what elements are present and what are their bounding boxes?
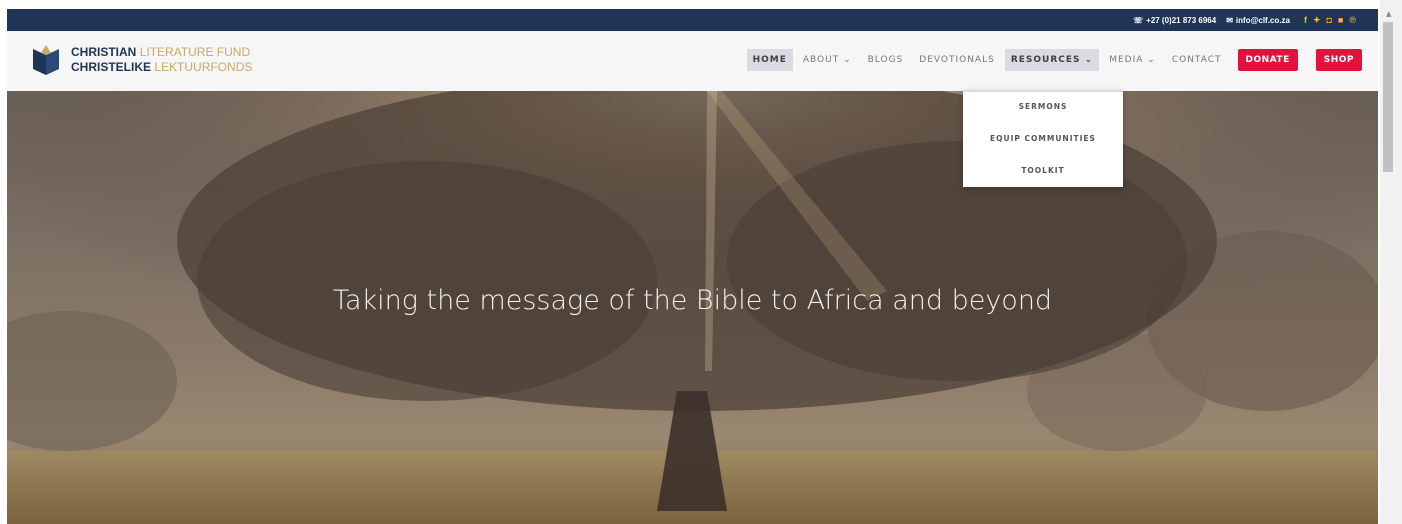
- top-info-bar: ☏ +27 (0)21 873 6964 ✉ info@clf.co.za f …: [7, 9, 1378, 31]
- nav-home[interactable]: HOME: [746, 49, 793, 71]
- nav-contact[interactable]: CONTACT: [1166, 49, 1228, 71]
- chevron-down-icon: ⌄: [1147, 55, 1156, 65]
- main-nav: HOME ABOUT ⌄ BLOGS DEVOTIONALS RESOURCES…: [746, 49, 1362, 71]
- book-logo-icon: [33, 45, 59, 75]
- facebook-icon[interactable]: f: [1304, 15, 1307, 25]
- hero-tagline: Taking the message of the Bible to Afric…: [332, 285, 1053, 316]
- nav-blogs[interactable]: BLOGS: [862, 49, 910, 71]
- site-header: CHRISTIAN LITERATURE FUND CHRISTELIKE LE…: [7, 31, 1378, 91]
- donate-button[interactable]: DONATE: [1237, 49, 1298, 71]
- dropdown-item-equip-communities[interactable]: EQUIP COMMUNITIES: [963, 124, 1123, 156]
- logo-text: CHRISTIAN LITERATURE FUND CHRISTELIKE LE…: [71, 45, 253, 74]
- shop-button[interactable]: SHOP: [1315, 49, 1362, 71]
- nav-devotionals[interactable]: DEVOTIONALS: [913, 49, 1001, 71]
- resources-dropdown-menu: SERMONS EQUIP COMMUNITIES TOOLKIT: [963, 90, 1123, 187]
- phone-icon: ☏: [1133, 15, 1144, 25]
- scroll-up-arrow-icon[interactable]: ▲: [1386, 10, 1391, 18]
- phone-link[interactable]: ☏ +27 (0)21 873 6964: [1133, 16, 1216, 25]
- chevron-down-icon: ⌄: [1084, 55, 1094, 65]
- envelope-icon: ✉: [1226, 15, 1233, 25]
- email-address: info@clf.co.za: [1235, 15, 1290, 25]
- chevron-down-icon: ⌄: [843, 55, 852, 65]
- youtube-icon[interactable]: ■: [1338, 15, 1343, 25]
- scrollbar-thumb[interactable]: [1383, 22, 1393, 172]
- hero-banner: Taking the message of the Bible to Afric…: [7, 91, 1378, 524]
- dropdown-item-sermons[interactable]: SERMONS: [963, 92, 1123, 124]
- pinterest-icon[interactable]: ℗: [1349, 15, 1356, 25]
- site-logo[interactable]: CHRISTIAN LITERATURE FUND CHRISTELIKE LE…: [31, 43, 252, 77]
- nav-media[interactable]: MEDIA ⌄: [1103, 49, 1162, 71]
- nav-resources[interactable]: RESOURCES ⌄: [1004, 49, 1100, 71]
- social-links: f ✦ ◘ ■ ℗: [1304, 15, 1356, 25]
- nav-about[interactable]: ABOUT ⌄: [797, 49, 858, 71]
- instagram-icon[interactable]: ◘: [1326, 15, 1331, 25]
- dropdown-item-toolkit[interactable]: TOOLKIT: [963, 156, 1123, 188]
- twitter-icon[interactable]: ✦: [1313, 15, 1321, 25]
- email-link[interactable]: ✉ info@clf.co.za: [1226, 16, 1290, 25]
- phone-number: +27 (0)21 873 6964: [1146, 15, 1217, 25]
